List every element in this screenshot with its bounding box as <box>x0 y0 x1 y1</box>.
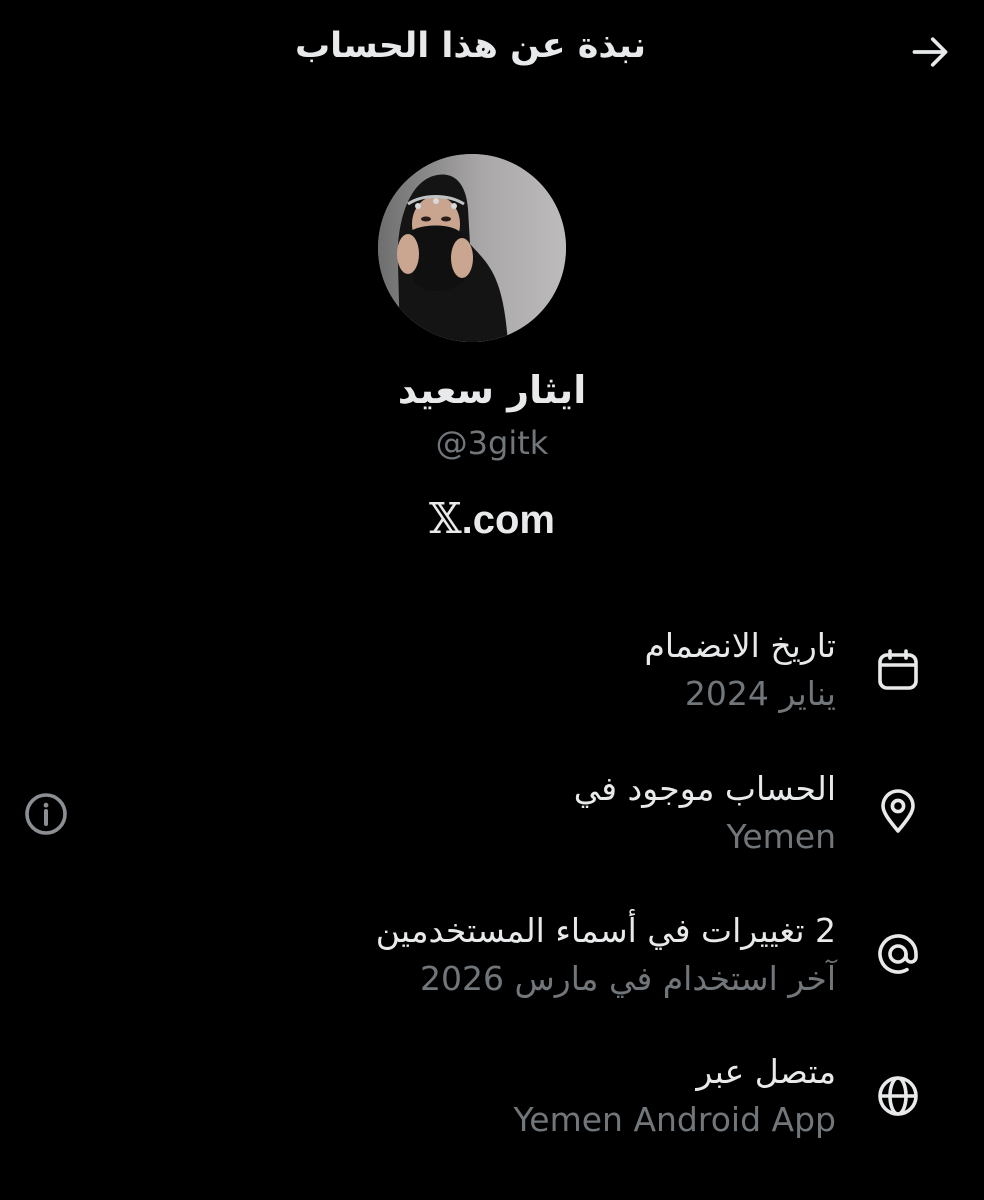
detail-label: متصل عبر <box>696 1052 836 1091</box>
detail-value: آخر استخدام في مارس 2026 <box>420 959 836 998</box>
brand-domain: .com <box>461 498 555 542</box>
detail-label: 2 تغييرات في أسماء المستخدمين <box>375 911 836 950</box>
platform-brand: 𝕏.com <box>0 494 984 543</box>
detail-value: Yemen <box>726 817 836 856</box>
detail-label: تاريخ الانضمام <box>644 626 836 665</box>
display-name: ايثار سعيد <box>397 368 587 412</box>
location-pin-icon <box>881 789 915 833</box>
avatar <box>378 154 566 342</box>
username-handle: @3gitk <box>435 424 549 462</box>
page-title: نبذة عن هذا الحساب <box>294 26 646 66</box>
at-sign-icon <box>878 934 918 974</box>
arrow-right-icon <box>912 37 948 67</box>
x-logo-icon: 𝕏 <box>429 494 462 543</box>
detail-value: Yemen Android App <box>513 1100 836 1139</box>
detail-value: يناير 2024 <box>684 674 836 713</box>
info-circle-icon[interactable] <box>22 790 70 838</box>
calendar-icon <box>878 649 918 690</box>
header-bar: نبذة عن هذا الحساب <box>0 0 984 104</box>
detail-label: الحساب موجود في <box>573 769 836 808</box>
globe-icon <box>878 1076 918 1116</box>
back-button[interactable] <box>906 28 954 76</box>
